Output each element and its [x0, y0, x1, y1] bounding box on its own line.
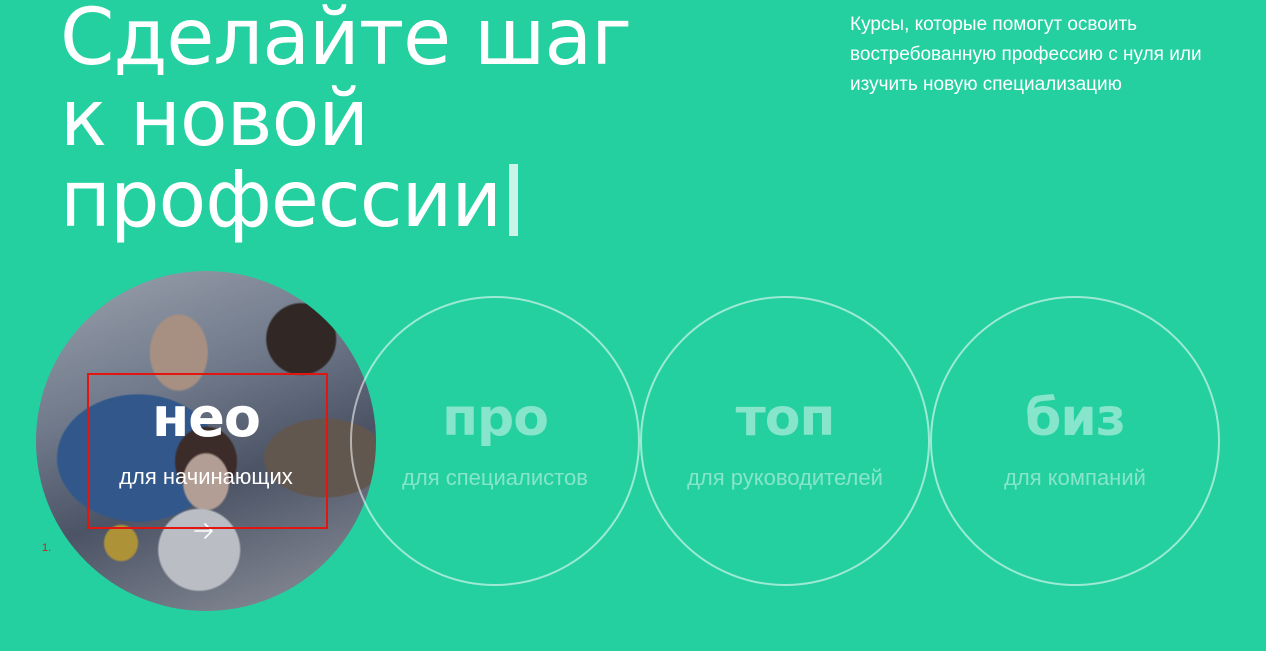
annotation-marker-label: 1.: [42, 542, 52, 554]
tier-top-card[interactable]: топ для руководителей: [640, 296, 930, 586]
tier-pro-name: про: [442, 388, 549, 448]
tier-neo-description: для начинающих: [119, 464, 293, 489]
tier-biz-card[interactable]: биз для компаний: [930, 296, 1220, 586]
tier-neo-card[interactable]: нео для начинающих: [36, 271, 376, 611]
tier-pro-description: для специалистов: [402, 465, 588, 490]
tier-biz-name: биз: [1025, 388, 1126, 448]
tier-pro-card[interactable]: про для специалистов: [350, 296, 640, 586]
course-tiers: нео для начинающих про для специалистов …: [0, 0, 1266, 651]
tier-top-description: для руководителей: [687, 465, 883, 490]
tier-top-name: топ: [735, 388, 836, 448]
tier-neo-name: нео: [151, 386, 261, 449]
tier-biz-description: для компаний: [1004, 465, 1146, 490]
arrow-right-icon[interactable]: [192, 519, 216, 543]
